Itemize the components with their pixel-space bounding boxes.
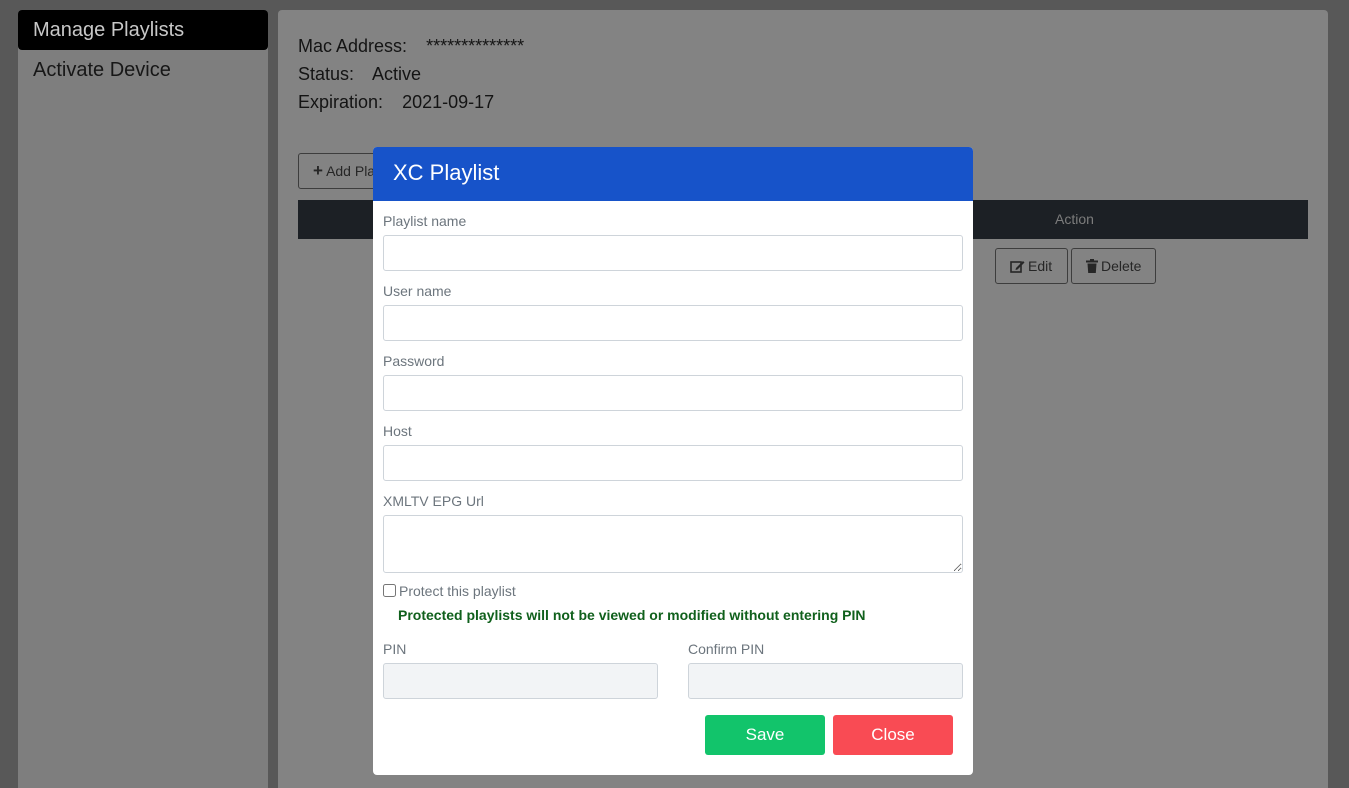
protect-playlist-label: Protect this playlist (399, 583, 516, 599)
password-input[interactable] (383, 375, 963, 411)
expiration-label: Expiration: (298, 92, 384, 112)
xc-playlist-modal: XC Playlist Playlist name User name Pass… (373, 147, 973, 775)
sidebar: Manage Playlists Activate Device (18, 10, 268, 788)
close-button[interactable]: Close (833, 715, 953, 755)
epg-url-label: XMLTV EPG Url (383, 493, 484, 509)
playlist-name-input[interactable] (383, 235, 963, 271)
status-row: Status: Active (298, 60, 524, 88)
sidebar-item-activate-device[interactable]: Activate Device (18, 50, 268, 90)
action-column-header: Action (1055, 211, 1094, 227)
host-input[interactable] (383, 445, 963, 481)
save-button[interactable]: Save (705, 715, 825, 755)
trash-icon (1086, 258, 1101, 274)
protect-hint: Protected playlists will not be viewed o… (398, 607, 866, 623)
confirm-pin-label: Confirm PIN (688, 641, 765, 657)
password-label: Password (383, 353, 445, 369)
edit-icon (1010, 258, 1028, 274)
expiration-value: 2021-09-17 (402, 92, 495, 112)
pin-input[interactable] (383, 663, 658, 699)
user-name-label: User name (383, 283, 452, 299)
device-info: Mac Address: ************** Status: Acti… (298, 32, 524, 116)
add-playlist-label: Add Pla (326, 163, 376, 179)
delete-label: Delete (1101, 258, 1142, 274)
playlist-name-label: Playlist name (383, 213, 467, 229)
epg-url-textarea[interactable] (383, 515, 963, 573)
edit-label: Edit (1028, 258, 1053, 274)
mac-address-row: Mac Address: ************** (298, 32, 524, 60)
edit-button[interactable]: Edit (995, 248, 1068, 284)
user-name-input[interactable] (383, 305, 963, 341)
plus-icon: + (313, 161, 323, 180)
mac-address-label: Mac Address: (298, 36, 408, 56)
modal-title: XC Playlist (373, 147, 973, 201)
protect-playlist-checkbox[interactable] (383, 584, 396, 597)
confirm-pin-input[interactable] (688, 663, 963, 699)
expiration-row: Expiration: 2021-09-17 (298, 88, 524, 116)
status-value: Active (372, 64, 422, 84)
pin-label: PIN (383, 641, 407, 657)
sidebar-item-manage-playlists[interactable]: Manage Playlists (18, 10, 268, 50)
host-label: Host (383, 423, 412, 439)
status-label: Status: (298, 64, 355, 84)
mac-address-value: ************** (426, 36, 525, 56)
delete-button[interactable]: Delete (1071, 248, 1156, 284)
protect-playlist-row: Protect this playlist (383, 583, 516, 599)
